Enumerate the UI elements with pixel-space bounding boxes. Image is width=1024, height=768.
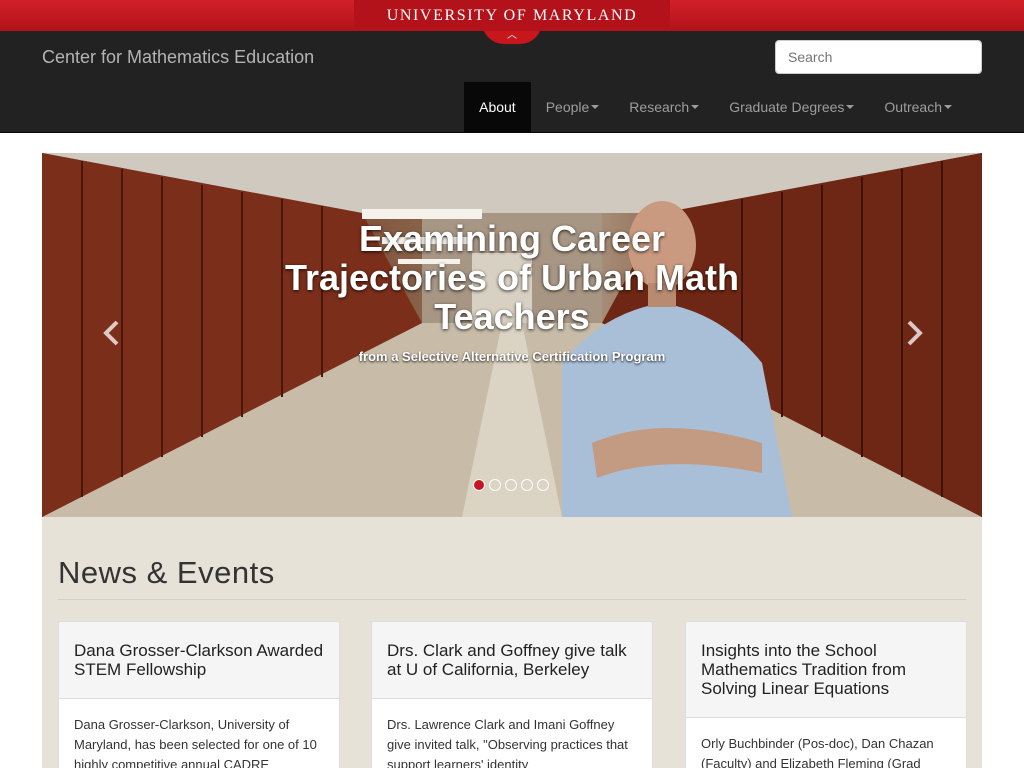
search-button[interactable]	[981, 41, 982, 73]
carousel-next-button[interactable]	[899, 318, 929, 348]
hero-carousel: Examining Career Trajectories of Urban M…	[42, 153, 982, 517]
caret-down-icon	[846, 105, 855, 109]
menu-item-outreach[interactable]: Outreach	[869, 82, 967, 132]
carousel-indicator[interactable]	[473, 479, 485, 491]
menu-item-label: Outreach	[884, 99, 942, 115]
news-card-body: Drs. Lawrence Clark and Imani Goffney gi…	[387, 717, 628, 768]
menu-item-label: Graduate Degrees	[729, 99, 845, 115]
carousel-prev-button[interactable]	[97, 318, 127, 348]
menu-item-label: People	[545, 99, 590, 115]
chevron-right-icon	[907, 320, 923, 346]
carousel-caption-title: Examining Career Trajectories of Urban M…	[284, 218, 740, 337]
umd-title[interactable]: UNIVERSITY OF MARYLAND	[354, 0, 670, 31]
news-card-body: Orly Buchbinder (Pos-doc), Dan Chazan (F…	[701, 736, 934, 768]
news-card-title[interactable]: Dana Grosser-Clarkson Awarded STEM Fello…	[59, 622, 339, 699]
carousel-indicator[interactable]	[537, 479, 549, 491]
menu-item-research[interactable]: Research	[614, 82, 714, 132]
caret-down-icon	[591, 105, 600, 109]
carousel-indicators	[473, 479, 549, 491]
news-section: News & Events Dana Grosser-Clarkson Awar…	[42, 517, 982, 768]
search-input[interactable]	[776, 41, 981, 73]
news-heading: News & Events	[58, 555, 275, 590]
main-menu: About People Research Graduate Degrees O…	[464, 82, 967, 132]
menu-item-about[interactable]: About	[464, 82, 531, 132]
news-card: Dana Grosser-Clarkson Awarded STEM Fello…	[58, 621, 340, 768]
news-card-title[interactable]: Drs. Clark and Goffney give talk at U of…	[372, 622, 652, 699]
carousel-indicator[interactable]	[521, 479, 533, 491]
site-brand[interactable]: Center for Mathematics Education	[42, 47, 314, 68]
carousel-caption-subtitle: from a Selective Alternative Certificati…	[358, 349, 666, 364]
carousel-indicator[interactable]	[489, 479, 501, 491]
menu-item-graduate-degrees[interactable]: Graduate Degrees	[714, 82, 869, 132]
chevron-left-icon	[103, 320, 119, 346]
caret-down-icon	[944, 105, 952, 109]
top-navbar: Center for Mathematics Education About P…	[0, 31, 1024, 133]
divider	[58, 599, 966, 600]
news-card-body: Dana Grosser-Clarkson, University of Mar…	[74, 717, 317, 768]
carousel-indicator[interactable]	[505, 479, 517, 491]
caret-down-icon	[691, 105, 700, 109]
menu-item-label: Research	[629, 99, 690, 115]
menu-item-people[interactable]: People	[531, 82, 615, 132]
news-card: Drs. Clark and Goffney give talk at U of…	[371, 621, 653, 768]
menu-item-label: About	[479, 99, 516, 115]
news-card: Insights into the School Mathematics Tra…	[685, 621, 967, 768]
news-card-title[interactable]: Insights into the School Mathematics Tra…	[686, 622, 966, 718]
search-form	[775, 40, 982, 74]
